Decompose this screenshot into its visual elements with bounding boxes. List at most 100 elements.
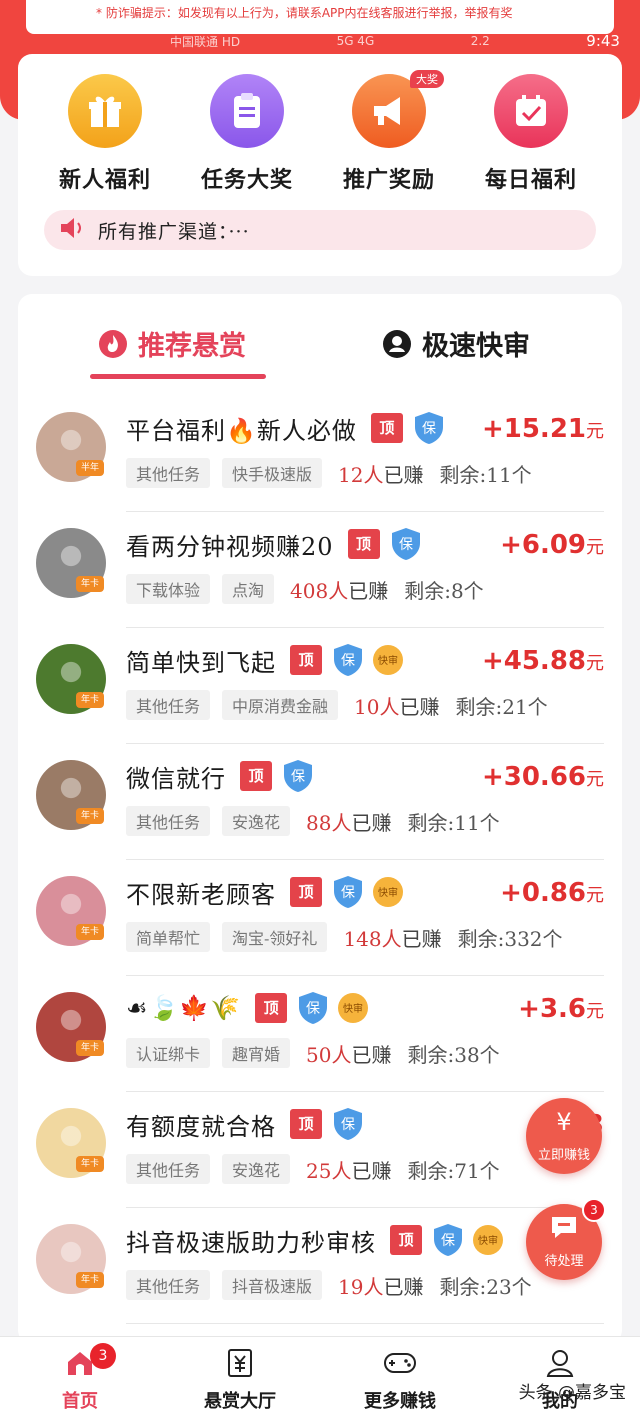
earned-count: 408人已赚 (290, 575, 388, 604)
svg-text:保: 保 (341, 885, 355, 901)
task-row[interactable]: 年卡 看两分钟视频赚20 顶 保 +6.09元 下载体验 点淘 408人已赚 剩… (18, 512, 622, 628)
task-title-row: 看两分钟视频赚20 顶 保 (126, 526, 422, 562)
menu-promotion-reward[interactable]: 大奖 推广奖励 (324, 70, 454, 194)
guarantee-shield-icon: 保 (297, 991, 329, 1025)
reward-unit: 元 (586, 885, 604, 906)
tab-label: 极速快审 (422, 331, 530, 362)
carrier-label: 中国联通 HD (170, 34, 241, 49)
home-badge: 3 (90, 1343, 116, 1369)
task-category: 认证绑卡 (126, 1038, 211, 1068)
task-category: 其他任务 (126, 458, 211, 488)
task-title: 微信就行 (126, 764, 226, 793)
task-row[interactable]: 半年 平台福利🔥新人必做 顶 保 +15.21元 其他任务 快手极速版 12人已… (18, 396, 622, 512)
fraud-notice: * 防诈骗提示：如发现有以上行为，请联系APP内在线客服进行举报，举报有奖 (26, 0, 614, 34)
avatar-tag: 年卡 (76, 1040, 104, 1056)
earned-label: 已赚 (399, 694, 440, 719)
user-circle-icon (382, 329, 412, 359)
menu-label: 推广奖励 (342, 167, 435, 193)
top-tag: 顶 (290, 877, 322, 907)
fast-review-badge-icon: 快审 (472, 1224, 504, 1256)
task-app: 抖音极速版 (222, 1270, 323, 1300)
earned-number: 88人 (306, 810, 352, 835)
task-row[interactable]: 年卡 简单快到飞起 顶 保 快审 +45.88元 其他任务 中原消费金融 10人… (18, 628, 622, 744)
avatar-tag: 年卡 (76, 692, 104, 708)
task-title: 不限新老顾客 (126, 880, 276, 909)
menu-label: 任务大奖 (200, 167, 293, 193)
tab-label: 推荐悬赏 (138, 331, 246, 362)
svg-text:快审: 快审 (378, 654, 398, 667)
reward-unit: 元 (586, 769, 604, 790)
calendar-check-icon (494, 74, 568, 148)
task-list-card: 推荐悬赏 极速快审 半年 平台福利🔥新人必做 顶 保 +15.21元 其他任务 … (18, 294, 622, 1344)
nav-home[interactable]: 3 首页 (0, 1343, 160, 1413)
earned-count: 19人已赚 (338, 1271, 423, 1300)
task-title: 看两分钟视频赚20 (126, 532, 334, 561)
menu-task-prize[interactable]: 任务大奖 (182, 74, 312, 194)
notice-bar[interactable]: 所有推广渠道：··· (44, 210, 596, 250)
pending-button[interactable]: 待处理 3 (526, 1198, 606, 1280)
menu-daily-benefit[interactable]: 每日福利 (466, 74, 596, 194)
fast-review-badge-icon: 快审 (372, 644, 404, 676)
fast-review-badge-icon: 快审 (372, 876, 404, 908)
avatar-tag: 年卡 (76, 924, 104, 940)
reward-amount: +30.66 (481, 762, 586, 792)
task-meta: 其他任务 安逸花 88人已赚 剩余:11个 (126, 806, 500, 836)
remaining-count: 剩余:11个 (439, 462, 532, 487)
task-row[interactable]: 年卡 ☙🍃🍁🌾 顶 保 快审 +3.6元 认证绑卡 趣宵婚 50人已赚 剩余:3… (18, 976, 622, 1092)
divider (126, 1323, 604, 1324)
task-app: 趣宵婚 (222, 1038, 291, 1068)
earned-number: 10人 (354, 694, 400, 719)
reward-amount: +15.21 (481, 414, 586, 444)
remaining-count: 剩余:71个 (407, 1158, 500, 1183)
task-app: 点淘 (222, 574, 275, 604)
earned-number: 50人 (306, 1042, 352, 1067)
earned-number: 12人 (338, 462, 384, 487)
menu-new-user-benefit[interactable]: 新人福利 (40, 74, 170, 194)
pending-count-badge: 3 (582, 1198, 606, 1222)
yuan-board-icon (160, 1343, 320, 1383)
top-tag: 顶 (240, 761, 272, 791)
task-reward: +0.86元 (500, 878, 604, 908)
task-title-row: ☙🍃🍁🌾 顶 保 快审 (126, 990, 369, 1026)
task-app: 安逸花 (222, 806, 291, 836)
task-app: 安逸花 (222, 1154, 291, 1184)
svg-text:保: 保 (422, 421, 436, 437)
reward-amount: +0.86 (500, 878, 586, 908)
task-title-row: 不限新老顾客 顶 保 快审 (126, 874, 404, 910)
nav-reward-hall[interactable]: 悬赏大厅 (160, 1343, 320, 1413)
nav-label: 悬赏大厅 (204, 1391, 276, 1412)
svg-text:保: 保 (399, 537, 413, 553)
guarantee-shield-icon: 保 (332, 643, 364, 677)
earned-number: 408人 (290, 578, 349, 603)
task-row[interactable]: 年卡 不限新老顾客 顶 保 快审 +0.86元 简单帮忙 淘宝-领好礼 148人… (18, 860, 622, 976)
earn-now-button[interactable]: ¥ 立即赚钱 (526, 1098, 602, 1174)
earned-label: 已赚 (383, 462, 424, 487)
guarantee-shield-icon: 保 (332, 1107, 364, 1141)
task-reward: +15.21元 (482, 414, 604, 444)
guarantee-shield-icon: 保 (390, 527, 422, 561)
svg-text:保: 保 (441, 1233, 455, 1249)
top-tag: 顶 (347, 529, 380, 559)
task-row[interactable]: 年卡 微信就行 顶 保 +30.66元 其他任务 安逸花 88人已赚 剩余:11… (18, 744, 622, 860)
clipboard-icon (210, 74, 284, 148)
task-category: 简单帮忙 (126, 922, 211, 952)
earned-label: 已赚 (351, 1158, 392, 1183)
earned-label: 已赚 (401, 926, 442, 951)
task-app: 淘宝-领好礼 (222, 922, 328, 952)
watermark: 头条 @嘉多宝 (518, 1383, 626, 1403)
nav-more-earn[interactable]: 更多赚钱 (320, 1343, 480, 1413)
guarantee-shield-icon: 保 (413, 411, 445, 445)
top-tag: 顶 (390, 1225, 422, 1255)
earned-number: 148人 (343, 926, 402, 951)
tab-fast-review[interactable]: 极速快审 (382, 324, 530, 363)
task-title-row: 抖音极速版助力秒审核 顶 保 快审 (126, 1222, 504, 1258)
remaining-count: 剩余:23个 (439, 1274, 532, 1299)
signal-label: 5G 4G (336, 34, 375, 48)
tab-recommended[interactable]: 推荐悬赏 (98, 324, 246, 363)
reward-unit: 元 (586, 1001, 604, 1022)
task-title: 有额度就合格 (126, 1112, 276, 1141)
svg-text:快审: 快审 (378, 886, 398, 899)
menu-label: 新人福利 (58, 167, 151, 193)
task-category: 其他任务 (126, 1270, 211, 1300)
speaker-icon (58, 216, 86, 244)
